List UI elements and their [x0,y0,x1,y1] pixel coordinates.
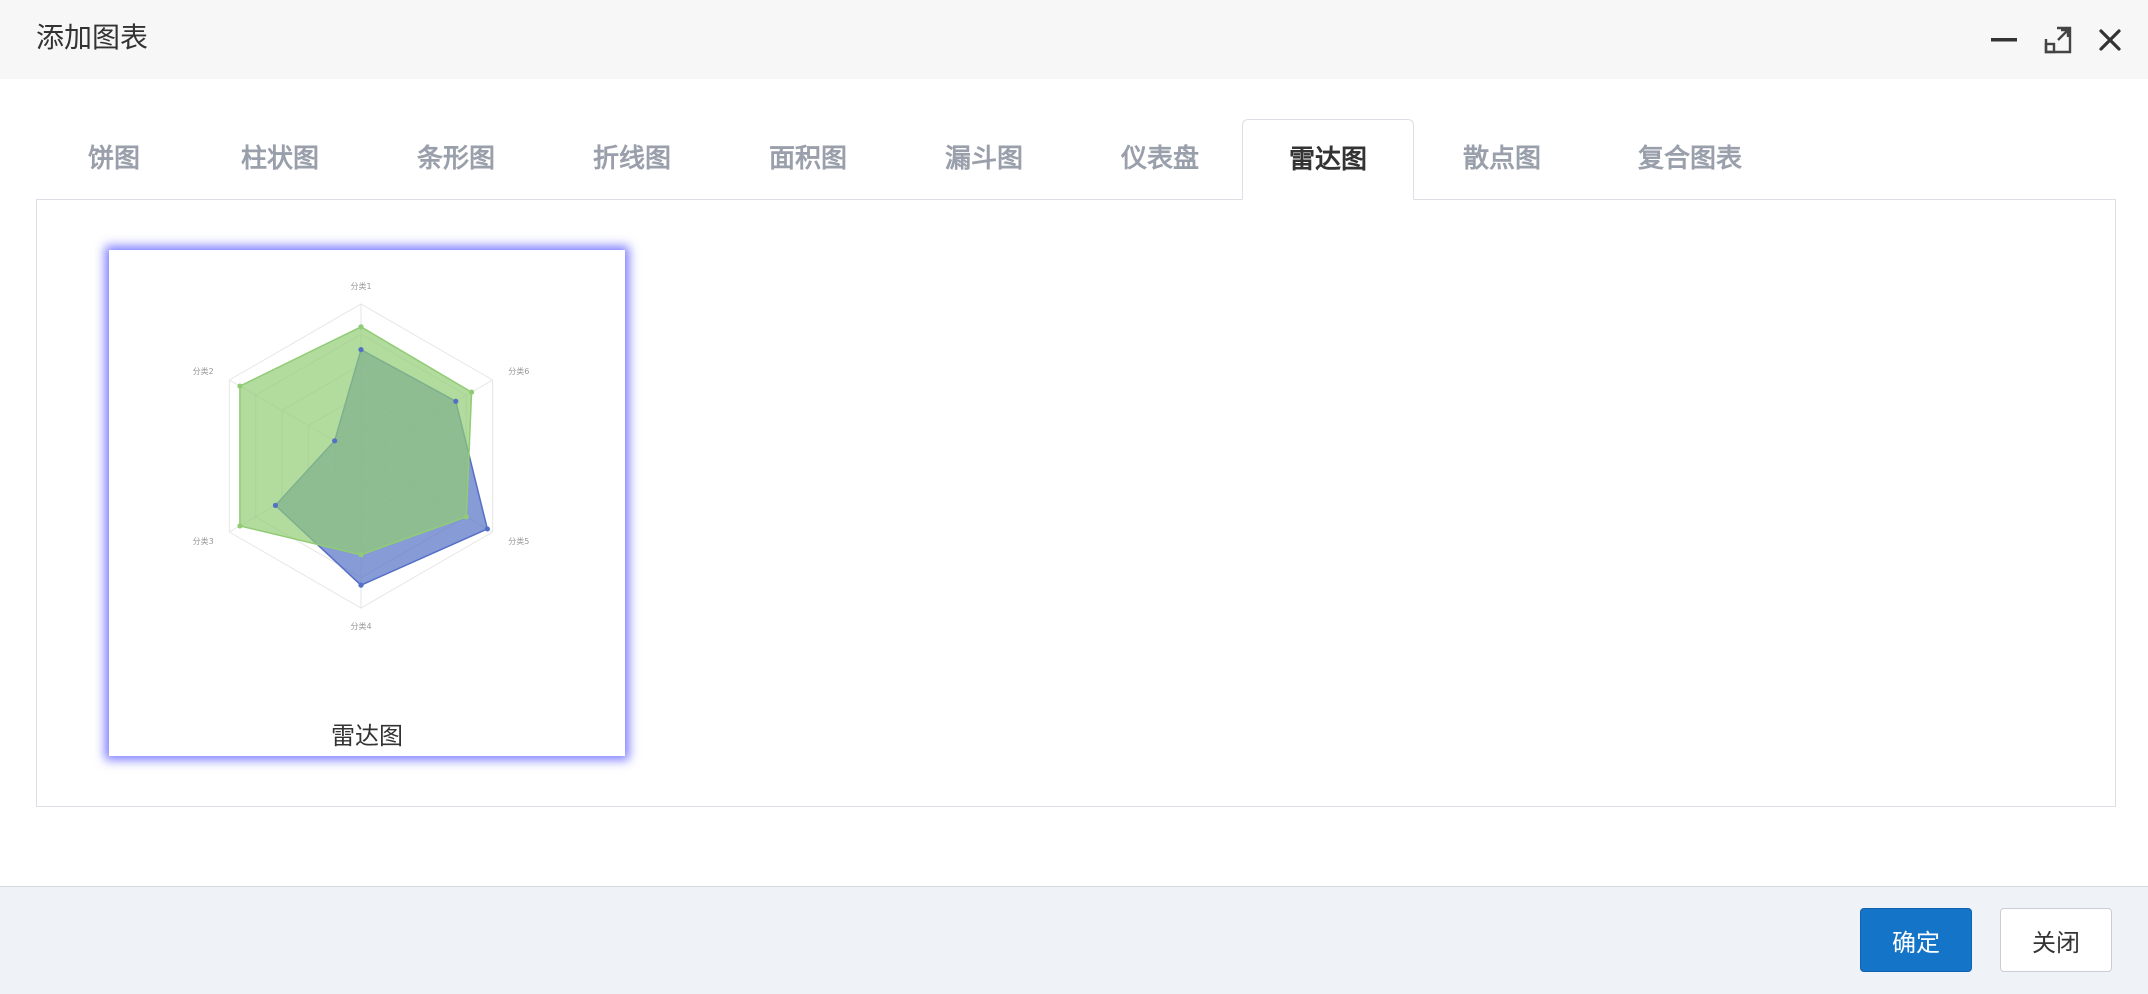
dialog-footer: 确定 关闭 [0,886,2148,994]
chart-card-label: 雷达图 [331,722,403,750]
radar-preview-chart: 分类1 分类6 分类5 分类4 分类3 分类2 [193,281,530,631]
radar-indicator-label: 分类1 [350,281,371,291]
tab-gauge[interactable]: 仪表盘 [1072,119,1248,200]
radar-point [453,398,459,404]
radar-series-area [239,325,473,556]
chart-gallery-panel: 分类1 分类6 分类5 分类4 分类3 分类2 雷达图 [36,199,2116,807]
minimize-button[interactable] [1986,22,2022,58]
radar-point [468,389,475,395]
radar-point [332,438,338,444]
chart-card-radar[interactable]: 分类1 分类6 分类5 分类4 分类3 分类2 雷达图 [109,250,625,756]
radar-point [463,514,469,520]
close-icon [2099,29,2121,51]
radar-indicator-label: 分类6 [508,366,529,376]
radar-point [358,582,364,588]
dialog-title: 添加图表 [36,21,149,54]
maximize-icon [2044,26,2072,54]
radar-point [237,523,243,529]
confirm-button[interactable]: 确定 [1860,908,1972,972]
tab-line[interactable]: 折线图 [544,119,720,200]
radar-indicator-label: 分类4 [350,621,371,631]
tab-scatter[interactable]: 散点图 [1414,119,1590,200]
tab-radar[interactable]: 雷达图 [1242,119,1414,200]
tab-funnel[interactable]: 漏斗图 [896,119,1072,200]
close-window-button[interactable] [2092,22,2128,58]
dialog-titlebar: 添加图表 [0,0,2148,79]
radar-indicator-label: 分类2 [193,366,214,376]
tab-column[interactable]: 柱状图 [192,119,368,200]
chart-type-tabs: 饼图 柱状图 条形图 折线图 面积图 漏斗图 仪表盘 雷达图 散点图 复合图表 [36,119,2114,200]
tab-pie[interactable]: 饼图 [36,119,192,200]
tab-bar[interactable]: 条形图 [368,119,544,200]
radar-point [358,552,364,558]
minimize-icon [1991,38,2017,42]
tab-area[interactable]: 面积图 [720,119,896,200]
radar-indicator-label: 分类5 [508,536,529,546]
radar-point [358,347,364,353]
radar-point [484,526,490,532]
radar-point [237,383,243,389]
radar-point [272,502,279,508]
maximize-button[interactable] [2040,22,2076,58]
tab-combo[interactable]: 复合图表 [1590,119,1790,200]
close-button[interactable]: 关闭 [2000,908,2112,972]
radar-indicator-label: 分类3 [193,536,214,546]
radar-point [358,324,364,330]
